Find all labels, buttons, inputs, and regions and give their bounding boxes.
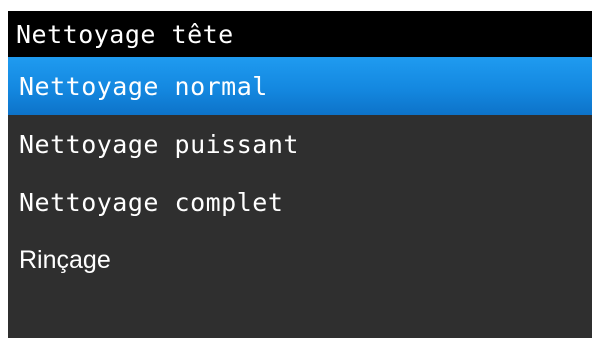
menu-item-rinse[interactable]: Rinçage [8,231,592,289]
menu-item-label: Rinçage [19,245,111,274]
menu-item-normal-cleaning[interactable]: Nettoyage normal [8,57,592,115]
title-bar: Nettoyage tête [8,11,592,57]
menu-item-powerful-cleaning[interactable]: Nettoyage puissant [8,115,592,173]
screen-title: Nettoyage tête [16,19,234,49]
menu-item-label: Nettoyage puissant [19,129,299,159]
menu-item-label: Nettoyage normal [19,71,268,101]
menu-item-complete-cleaning[interactable]: Nettoyage complet [8,173,592,231]
cleaning-menu: Nettoyage normal Nettoyage puissant Nett… [8,57,592,289]
menu-item-label: Nettoyage complet [19,187,284,217]
lcd-screen: Nettoyage tête Nettoyage normal Nettoyag… [8,11,592,338]
